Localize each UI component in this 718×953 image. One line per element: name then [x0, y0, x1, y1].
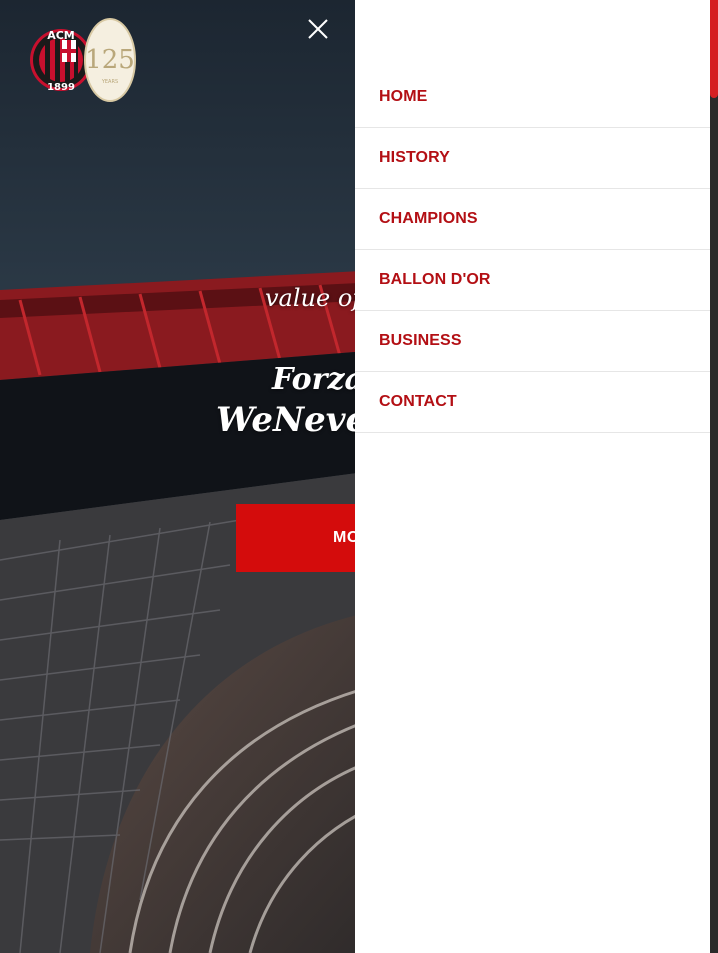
menu-item-champions[interactable]: CHAMPIONS [355, 189, 710, 250]
svg-text:YEARS: YEARS [101, 79, 118, 85]
menu-item-history[interactable]: HISTORY [355, 128, 710, 189]
menu-list: HOME HISTORY CHAMPIONS BALLON D'OR BUSIN… [355, 67, 710, 433]
club-logo[interactable]: ACM 1899 125 YEARS [28, 10, 140, 112]
menu-link-home[interactable]: HOME [379, 88, 427, 106]
menu-link-ballon-dor[interactable]: BALLON D'OR [379, 271, 491, 289]
menu-link-champions[interactable]: CHAMPIONS [379, 210, 478, 228]
svg-text:1899: 1899 [47, 82, 75, 93]
menu-link-contact[interactable]: CONTACT [379, 393, 457, 411]
menu-item-contact[interactable]: CONTACT [355, 372, 710, 433]
hero-headline-line1: Forza [272, 362, 364, 397]
menu-item-business[interactable]: BUSINESS [355, 311, 710, 372]
svg-text:125: 125 [85, 45, 135, 75]
menu-item-ballon-dor[interactable]: BALLON D'OR [355, 250, 710, 311]
scrollbar-track[interactable] [710, 0, 718, 953]
svg-text:ACM: ACM [47, 29, 75, 42]
scrollbar-thumb[interactable] [710, 0, 718, 98]
side-menu: HOME HISTORY CHAMPIONS BALLON D'OR BUSIN… [355, 0, 710, 953]
menu-link-business[interactable]: BUSINESS [379, 332, 462, 350]
menu-link-history[interactable]: HISTORY [379, 149, 450, 167]
close-icon[interactable] [300, 12, 336, 48]
menu-item-home[interactable]: HOME [355, 67, 710, 128]
